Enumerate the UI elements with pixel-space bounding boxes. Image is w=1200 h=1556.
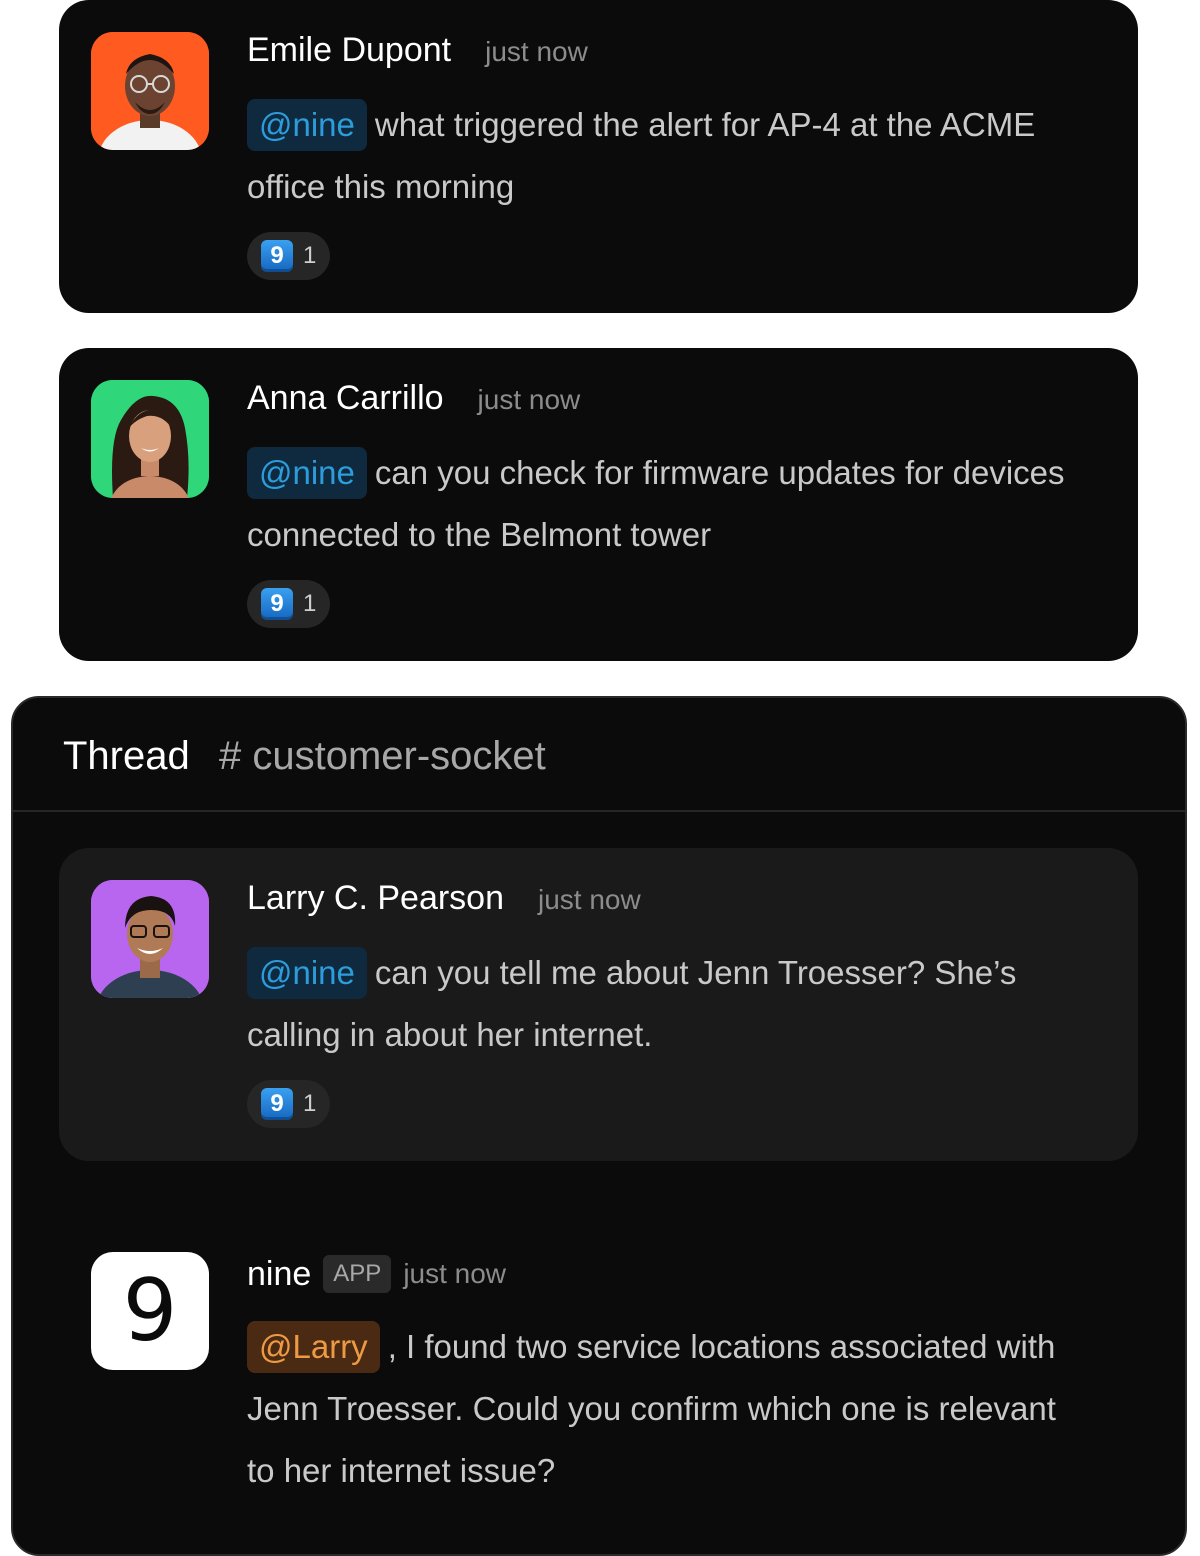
avatar[interactable]	[91, 380, 209, 498]
message-text: @nine can you check for firmware updates …	[247, 442, 1068, 566]
nine-emoji-icon: 9	[261, 240, 293, 272]
message-card: Emile Dupont just now @nine what triggere…	[59, 0, 1138, 313]
person-avatar-icon	[91, 380, 209, 498]
person-avatar-icon	[91, 32, 209, 150]
message-text: @nine what triggered the alert for AP-4 a…	[247, 94, 1068, 218]
reaction-pill[interactable]: 9 1	[247, 1080, 331, 1128]
reaction-pill[interactable]: 9 1	[247, 232, 331, 280]
channel-link[interactable]: # customer-socket	[219, 732, 546, 780]
avatar[interactable]	[91, 32, 209, 150]
avatar[interactable]	[91, 880, 209, 998]
reaction-count: 1	[303, 242, 317, 269]
timestamp: just now	[538, 884, 641, 915]
bot-reply-message: 9 nine APP just now @Larry, I found two …	[59, 1238, 1138, 1554]
timestamp: just now	[403, 1258, 507, 1289]
message-text: @Larry, I found two service locations as…	[247, 1316, 1088, 1502]
timestamp: just now	[477, 384, 581, 415]
mention-tag[interactable]: @nine	[247, 447, 367, 499]
nine-emoji-icon: 9	[261, 1088, 293, 1120]
mention-tag[interactable]: @nine	[247, 99, 367, 151]
author-name[interactable]: Larry C. Pearson	[247, 876, 504, 920]
message-card: Anna Carrillo just now @nine can you chec…	[59, 348, 1138, 661]
author-name[interactable]: Anna Carrillo	[247, 376, 444, 420]
reaction-count: 1	[303, 1090, 317, 1117]
timestamp: just now	[485, 36, 588, 67]
mention-tag[interactable]: @nine	[247, 947, 367, 999]
thread-panel: Thread # customer-socket Larry C. Pearso…	[11, 696, 1187, 1556]
app-badge: APP	[323, 1255, 392, 1293]
nine-emoji-icon: 9	[261, 588, 293, 620]
message-text: @nine can you tell me about Jenn Troesser…	[247, 942, 1068, 1066]
author-name[interactable]: nine	[247, 1252, 311, 1296]
author-name[interactable]: Emile Dupont	[247, 28, 451, 72]
thread-title: Thread	[63, 734, 190, 778]
message-content: can you check for firmware updates for d…	[247, 454, 1065, 553]
mention-tag[interactable]: @Larry	[247, 1321, 380, 1373]
person-avatar-icon	[91, 880, 209, 998]
nine-logo-icon[interactable]: 9	[91, 1252, 209, 1370]
thread-parent-message: Larry C. Pearson just now @nine can you t…	[59, 848, 1138, 1161]
reaction-pill[interactable]: 9 1	[247, 580, 331, 628]
reaction-count: 1	[303, 590, 317, 617]
thread-header: Thread # customer-socket	[13, 698, 1185, 812]
